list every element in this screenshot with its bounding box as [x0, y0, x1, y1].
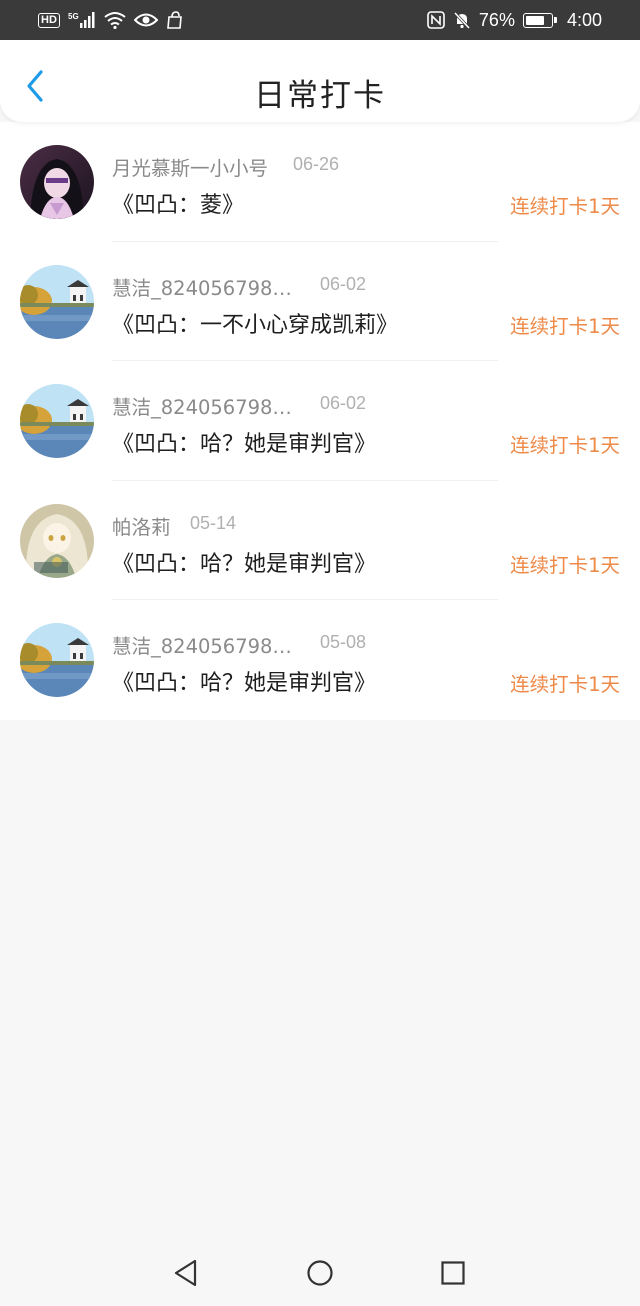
checkin-list: 月光慕斯一小小号 06-26 《凹凸：菱》 连续打卡1天 慧洁_82405679… — [0, 122, 640, 720]
checkin-date: 06-26 — [293, 154, 340, 174]
status-bar: HD 5G 76% 4:00 — [0, 0, 640, 40]
book-title: 《凹凸：哈？她是审判官》 — [112, 432, 377, 457]
nav-back-button[interactable] — [170, 1257, 202, 1289]
avatar[interactable] — [20, 623, 94, 697]
username: 月光慕斯一小小号 — [112, 157, 269, 180]
status-bar-right: 76% 4:00 — [427, 10, 602, 31]
landscape-pavilion-avatar — [20, 264, 94, 339]
wifi-icon — [104, 11, 126, 29]
battery-level — [525, 15, 545, 25]
battery-icon — [522, 12, 557, 28]
landscape-pavilion-avatar — [20, 384, 94, 458]
hd-icon: HD — [38, 12, 60, 28]
checkin-date: 06-02 — [320, 393, 367, 413]
book-title: 《凹凸：哈？她是审判官》 — [112, 551, 377, 577]
streak-label: 连续打卡1天 — [510, 434, 620, 457]
clock: 4:00 — [566, 9, 602, 30]
list-item[interactable]: 慧洁_8240567985... 06-02 《凹凸：一不小心穿成凯莉》 连续打… — [0, 242, 640, 361]
bag-icon — [166, 11, 184, 29]
avatar[interactable] — [20, 384, 94, 458]
mute-bell-icon — [453, 11, 471, 29]
book-title: 《凹凸：哈？她是审判官》 — [112, 671, 377, 696]
app-header: 日常打卡 — [0, 40, 640, 122]
checkin-date: 05-08 — [320, 632, 367, 652]
checkin-date: 06-02 — [320, 273, 367, 294]
list-item[interactable]: 月光慕斯一小小号 06-26 《凹凸：菱》 连续打卡1天 — [0, 122, 640, 242]
battery-percent: 76% — [478, 9, 515, 30]
nfc-icon — [427, 11, 445, 29]
username: 慧洁_8240567985... — [112, 396, 302, 419]
circle-home-icon — [307, 1260, 333, 1286]
avatar[interactable] — [20, 264, 94, 339]
username: 慧洁_8240567985... — [112, 635, 302, 658]
book-title: 《凹凸：菱》 — [112, 193, 245, 218]
list-item[interactable]: 慧洁_8240567985... 05-08 《凹凸：哈？她是审判官》 连续打卡… — [0, 600, 640, 720]
network-label: 5G — [68, 12, 79, 21]
checkin-date: 05-14 — [190, 512, 237, 533]
eye-icon — [133, 12, 158, 28]
nav-home-button[interactable] — [304, 1257, 336, 1289]
signal-icon: 5G — [68, 11, 96, 29]
anime-girl-pillos-avatar — [20, 503, 94, 578]
landscape-pavilion-avatar — [20, 623, 94, 697]
list-item[interactable]: 慧洁_8240567985... 06-02 《凹凸：哈？她是审判官》 连续打卡… — [0, 361, 640, 481]
username: 慧洁_8240567985... — [112, 276, 302, 300]
streak-label: 连续打卡1天 — [510, 673, 620, 696]
page-title: 日常打卡 — [254, 78, 386, 114]
streak-label: 连续打卡1天 — [510, 314, 620, 338]
square-recents-icon — [441, 1261, 465, 1285]
streak-label: 连续打卡1天 — [510, 195, 620, 218]
avatar[interactable] — [20, 145, 94, 219]
system-nav-bar — [0, 1240, 640, 1306]
nav-recents-button[interactable] — [437, 1257, 469, 1289]
triangle-back-icon — [174, 1259, 197, 1287]
avatar[interactable] — [20, 503, 94, 578]
list-item[interactable]: 帕洛莉 05-14 《凹凸：哈？她是审判官》 连续打卡1天 — [0, 481, 640, 600]
book-title: 《凹凸：一不小心穿成凯莉》 — [112, 312, 399, 338]
username: 帕洛莉 — [112, 515, 171, 539]
streak-label: 连续打卡1天 — [510, 553, 620, 577]
status-bar-left: HD 5G — [38, 11, 184, 29]
dark-hair-girl-avatar — [20, 145, 94, 219]
